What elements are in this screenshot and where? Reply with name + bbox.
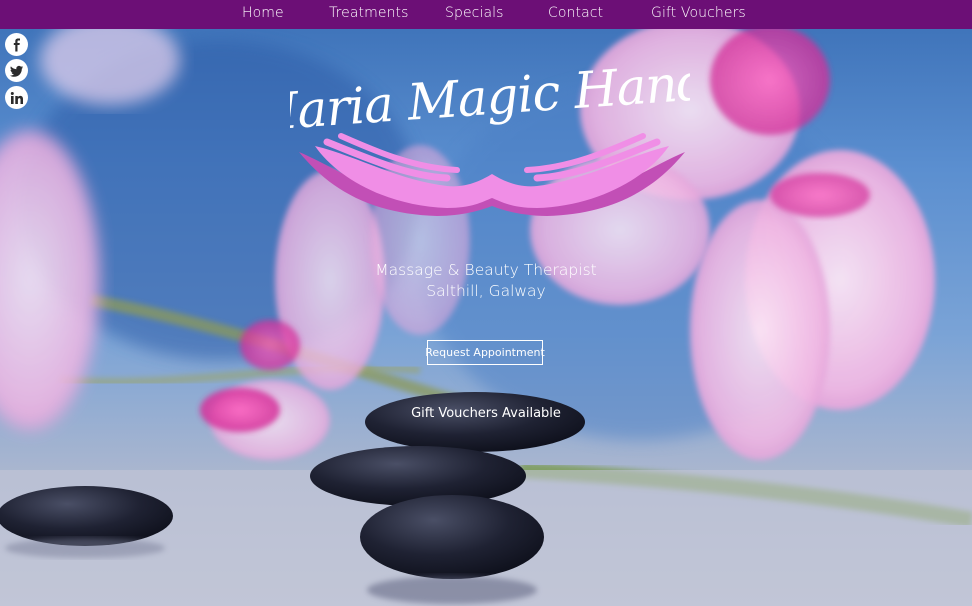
linkedin-link[interactable] xyxy=(5,86,28,109)
facebook-icon xyxy=(13,38,20,51)
tagline-services: Massage & Beauty Therapist xyxy=(375,261,597,279)
linkedin-icon xyxy=(10,91,23,104)
nav-contact[interactable]: Contact xyxy=(548,5,603,21)
top-navigation: Home Treatments Specials Contact Gift Vo… xyxy=(0,0,972,29)
request-appointment-button[interactable]: Request Appointment xyxy=(425,340,545,365)
nav-treatments[interactable]: Treatments xyxy=(329,5,409,21)
gift-vouchers-notice: Gift Vouchers Available xyxy=(411,406,561,421)
nav-specials[interactable]: Specials xyxy=(445,5,504,21)
facebook-link[interactable] xyxy=(5,33,28,56)
nav-gift-vouchers[interactable]: Gift Vouchers xyxy=(651,5,746,21)
tagline-location: Salthill, Galway xyxy=(426,282,546,300)
twitter-link[interactable] xyxy=(5,59,28,82)
twitter-icon xyxy=(9,65,23,77)
nav-home[interactable]: Home xyxy=(242,5,284,21)
hands-logo-icon xyxy=(299,133,685,216)
